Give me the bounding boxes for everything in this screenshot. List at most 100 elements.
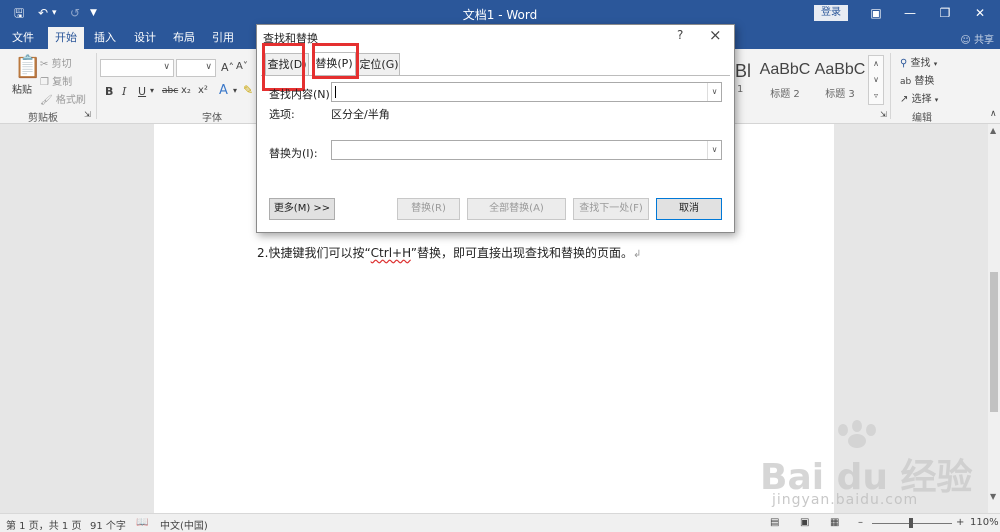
superscript-button[interactable]: x²	[198, 85, 208, 96]
group-separator	[96, 53, 97, 119]
chevron-down-icon[interactable]: ∨	[707, 83, 721, 101]
style-name: 标题 3	[825, 89, 855, 100]
font-group-label: 字体	[202, 113, 222, 124]
format-painter-button[interactable]: 🖌 格式刷	[40, 91, 86, 106]
web-layout-icon[interactable]: ▦	[830, 517, 839, 528]
document-paragraph[interactable]: 2.快捷键我们可以按“Ctrl+H”替换，即可直接出现查找和替换的页面。↲	[257, 244, 641, 261]
find-what-label: 查找内容(N):	[269, 88, 334, 101]
clipboard-group-label: 剪贴板	[28, 113, 58, 124]
style-heading2[interactable]: AaBbC 标题 2	[758, 55, 812, 101]
style-heading3[interactable]: AaBbC 标题 3	[813, 55, 867, 101]
replace-button[interactable]: ab 替换	[900, 72, 934, 87]
zoom-slider-knob[interactable]	[909, 518, 913, 528]
print-layout-icon[interactable]: ▣	[800, 517, 809, 528]
find-next-button[interactable]: 查找下一处(F)	[573, 198, 649, 220]
text-effects-dropdown-icon[interactable]: ▾	[233, 86, 237, 95]
find-button[interactable]: ⚲ 查找 ▾	[900, 54, 937, 69]
shrink-font-button[interactable]: A˅	[236, 61, 248, 72]
font-name-combo[interactable]: ∨	[100, 59, 174, 77]
chevron-down-icon: ∨	[205, 62, 212, 72]
grow-font-button[interactable]: A˄	[221, 61, 234, 74]
style-sample: AaBbC	[814, 61, 866, 78]
more-button[interactable]: 更多(M) >>	[269, 198, 335, 220]
font-size-combo[interactable]: ∨	[176, 59, 216, 77]
tab-references[interactable]: 引用	[206, 27, 240, 49]
share-button[interactable]: ☺ 共享	[960, 31, 994, 46]
proofing-icon[interactable]: 📖	[136, 517, 148, 528]
zoom-in-icon[interactable]: +	[956, 517, 964, 528]
cancel-button[interactable]: 取消	[656, 198, 722, 220]
status-bar: 第 1 页，共 1 页 91 个字 📖 中文(中国) ▤ ▣ ▦ – + 110…	[0, 513, 1000, 532]
paragraph-text-after: ”替换，即可直接出现查找和替换的页面。	[410, 246, 633, 260]
replace-button[interactable]: 替换(R)	[397, 198, 460, 220]
paragraph-text-before: 2.快捷键我们可以按“	[257, 246, 371, 260]
select-label: 选择	[911, 94, 932, 105]
clipboard-launcher-icon[interactable]: ⇲	[84, 110, 91, 119]
text-effects-icon[interactable]: A	[219, 83, 228, 98]
cut-icon: ✂	[40, 59, 49, 70]
scroll-up-icon[interactable]: ▲	[990, 126, 996, 135]
chevron-down-icon[interactable]: ∨	[869, 72, 883, 88]
replace-icon: ab	[900, 77, 912, 87]
options-label: 选项:	[269, 108, 295, 121]
find-what-input[interactable]: ∨	[331, 82, 722, 102]
paste-button[interactable]: 粘贴	[12, 81, 32, 96]
chevron-down-icon: ▾	[933, 60, 938, 68]
paragraph-mark-icon: ↲	[632, 249, 642, 260]
tab-goto[interactable]: 定位(G)	[358, 53, 400, 75]
copy-button[interactable]: ❐ 复制	[40, 73, 72, 88]
word-count[interactable]: 91 个字	[90, 517, 126, 532]
language-indicator[interactable]: 中文(中国)	[160, 517, 208, 532]
scroll-down-icon[interactable]: ▼	[990, 492, 996, 501]
replace-label: 替换	[914, 76, 935, 87]
underline-button[interactable]: U	[138, 85, 146, 98]
select-button[interactable]: ↗ 选择 ▾	[900, 90, 938, 105]
paragraph-key-text: Ctrl+H	[370, 246, 411, 260]
options-value: 区分全/半角	[331, 108, 390, 121]
ribbon-display-options-icon[interactable]: ▣	[866, 5, 886, 21]
replace-with-input[interactable]: ∨	[331, 140, 722, 160]
editing-group-label: 编辑	[912, 113, 932, 124]
style-name: 标题 2	[770, 89, 800, 100]
zoom-level[interactable]: 110%	[970, 517, 999, 528]
style-heading1-sample[interactable]: Bl	[735, 61, 751, 82]
tab-design[interactable]: 设计	[128, 27, 162, 49]
strikethrough-button[interactable]: abc	[162, 86, 178, 96]
bold-button[interactable]: B	[105, 85, 113, 98]
restore-icon[interactable]: ❐	[935, 5, 955, 21]
tab-insert[interactable]: 插入	[88, 27, 122, 49]
style-gallery-scroll[interactable]: ∧ ∨ ▿	[868, 55, 884, 105]
zoom-out-icon[interactable]: –	[858, 517, 863, 528]
styles-launcher-icon[interactable]: ⇲	[880, 110, 887, 119]
select-icon: ↗	[900, 94, 909, 105]
find-replace-dialog: 查找和替换 ? × 查找(D) 替换(P) 定位(G) 查找内容(N): ∨ 选…	[256, 24, 735, 233]
collapse-ribbon-icon[interactable]: ∧	[990, 109, 997, 119]
read-mode-icon[interactable]: ▤	[770, 517, 779, 528]
tab-home[interactable]: 开始	[48, 27, 84, 49]
help-button[interactable]: ?	[677, 28, 683, 42]
gallery-more-icon[interactable]: ▿	[869, 88, 883, 104]
chevron-up-icon[interactable]: ∧	[869, 56, 883, 72]
subscript-button[interactable]: x₂	[181, 85, 191, 96]
tab-layout[interactable]: 布局	[167, 27, 201, 49]
tab-file[interactable]: 文件	[4, 27, 42, 49]
cut-button[interactable]: ✂ 剪切	[40, 55, 72, 70]
chevron-down-icon[interactable]: ∨	[707, 141, 721, 159]
chevron-down-icon: ▾	[934, 96, 939, 104]
dialog-close-icon[interactable]: ×	[709, 26, 722, 44]
title-bar: 🖫 ↶ ▾ ↺ ▼ 文档1 - Word 登录 ▣ — ❐ ✕	[0, 0, 1000, 27]
find-label: 查找	[910, 58, 931, 69]
page-count[interactable]: 第 1 页，共 1 页	[6, 517, 81, 532]
format-painter-label: 格式刷	[55, 95, 86, 106]
underline-dropdown-icon[interactable]: ▾	[150, 86, 154, 95]
scrollbar-thumb[interactable]	[990, 272, 998, 412]
highlight-icon[interactable]: ✎	[243, 83, 253, 97]
style-heading1-name: 1	[737, 84, 744, 95]
minimize-icon[interactable]: —	[900, 5, 920, 21]
login-button[interactable]: 登录	[814, 5, 848, 21]
close-icon[interactable]: ✕	[970, 5, 990, 21]
paste-icon[interactable]: 📋	[14, 55, 41, 80]
replace-all-button[interactable]: 全部替换(A)	[467, 198, 566, 220]
italic-button[interactable]: I	[122, 85, 126, 98]
vertical-scrollbar[interactable]: ▲ ▼	[988, 124, 1000, 513]
